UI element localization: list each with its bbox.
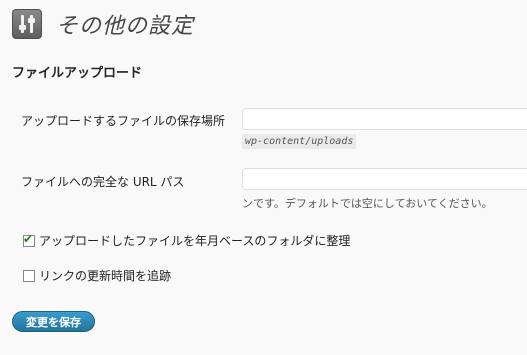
section-title-uploads: ファイルアップロード bbox=[12, 66, 143, 81]
upload-path-label: アップロードするファイルの保存場所 bbox=[21, 114, 226, 128]
track-link-updates-label: リンクの更新時間を追跡 bbox=[39, 269, 172, 283]
organize-uploads-label: アップロードしたファイルを年月ベースのフォルダに整理 bbox=[39, 234, 351, 248]
checkmark-icon: ✔ bbox=[23, 231, 34, 246]
page-header: その他の設定 bbox=[12, 8, 194, 40]
full-url-label: ファイルへの完全な URL パス bbox=[21, 175, 185, 189]
track-link-updates-option[interactable]: リンクの更新時間を追跡 bbox=[23, 267, 171, 284]
page-title: その他の設定 bbox=[56, 14, 195, 39]
track-link-updates-checkbox[interactable] bbox=[23, 269, 35, 282]
upload-path-default: wp-content/uploads bbox=[242, 134, 357, 149]
settings-sliders-icon bbox=[12, 9, 42, 39]
full-url-input[interactable] bbox=[242, 168, 527, 190]
full-url-help: ンです。デフォルトでは空にしておいてください。 bbox=[242, 197, 493, 210]
upload-path-input[interactable] bbox=[242, 108, 527, 130]
organize-uploads-option[interactable]: ✔ アップロードしたファイルを年月ベースのフォルダに整理 bbox=[23, 232, 350, 249]
organize-uploads-checkbox[interactable]: ✔ bbox=[23, 231, 35, 247]
save-changes-button[interactable]: 変更を保存 bbox=[12, 311, 95, 332]
